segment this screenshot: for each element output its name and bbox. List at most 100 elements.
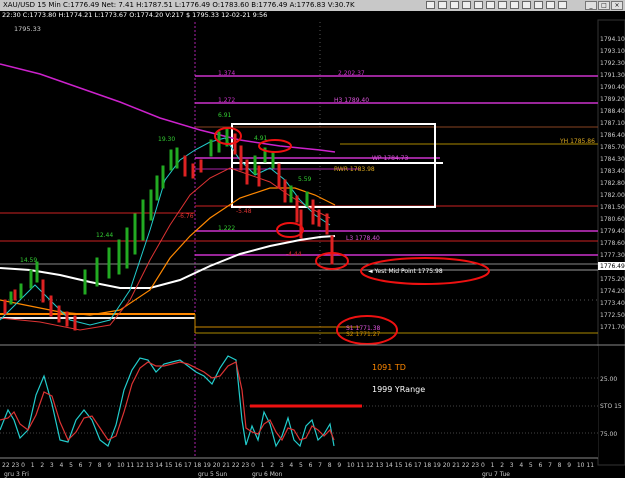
level-label-1: 1.374 <box>218 70 235 77</box>
time-tick-label: 21 <box>222 462 230 469</box>
marker-6-76: -6.76 <box>178 213 194 220</box>
l3-label: L3 1778.40 <box>346 235 380 242</box>
svg-text:1787.10: 1787.10 <box>600 120 625 127</box>
time-tick-label: 8 <box>98 462 102 469</box>
top-left-price: 1795.33 <box>14 25 41 33</box>
marker-1-22: 1.222 <box>218 225 235 232</box>
yrange-label: 1999 YRange <box>372 385 425 394</box>
time-tick-label: 8 <box>558 462 562 469</box>
time-tick-label: 2 <box>270 462 274 469</box>
marker-4-91: 4.91 <box>254 135 268 142</box>
stoch-axis-25: 25.00 <box>600 376 617 383</box>
yest-mid-label: ◄ Yest Mid Point 1775.98 <box>368 268 443 275</box>
yh-label: YH 1785.86 <box>559 138 595 145</box>
svg-text:1775.20: 1775.20 <box>600 276 625 283</box>
marker-5-48: -5.48 <box>236 208 252 215</box>
time-tick-label: 2 <box>40 462 44 469</box>
svg-text:1773.40: 1773.40 <box>600 300 625 307</box>
time-tick-label: 10 <box>347 462 355 469</box>
time-tick-label: 18 <box>194 462 202 469</box>
time-tick-label: 18 <box>424 462 432 469</box>
time-tick-label: 5 <box>299 462 303 469</box>
stoch-axis-75: 75.00 <box>600 431 617 438</box>
time-tick-label: 8 <box>328 462 332 469</box>
svg-text:1791.30: 1791.30 <box>600 72 625 79</box>
time-tick-label: 3 <box>510 462 514 469</box>
time-tick-label: 10 <box>117 462 125 469</box>
time-tick-label: 17 <box>184 462 192 469</box>
time-tick-label: 15 <box>395 462 403 469</box>
time-tick-label: 1 <box>31 462 35 469</box>
day-label-sun: gru 5 Sun <box>198 471 227 478</box>
day-label-mon: gru 6 Mon <box>252 471 283 478</box>
svg-text:1772.50: 1772.50 <box>600 312 625 319</box>
time-tick-label: 6 <box>79 462 83 469</box>
time-tick-label: 20 <box>213 462 221 469</box>
time-tick-label: 3 <box>280 462 284 469</box>
stochastic-pane[interactable] <box>0 346 598 458</box>
time-tick-label: 23 <box>242 462 250 469</box>
time-tick-label: 5 <box>529 462 533 469</box>
time-tick-label: 7 <box>318 462 322 469</box>
time-tick-label: 19 <box>203 462 211 469</box>
time-tick-label: 12 <box>136 462 144 469</box>
chart-canvas[interactable]: 1795.33 1.374 2.202.37 1.272 H3 1789.40 … <box>0 0 625 478</box>
time-tick-label: 20 <box>443 462 451 469</box>
time-tick-label: 4 <box>59 462 63 469</box>
svg-text:1790.40: 1790.40 <box>600 84 625 91</box>
svg-text:1777.30: 1777.30 <box>600 252 625 259</box>
time-tick-label: 19 <box>433 462 441 469</box>
time-tick-label: 14 <box>385 462 393 469</box>
time-tick-label: 1 <box>261 462 265 469</box>
current-price-tag: 1776.49 <box>600 263 625 270</box>
svg-text:1779.40: 1779.40 <box>600 228 625 235</box>
time-tick-label: 17 <box>414 462 422 469</box>
time-tick-label: 12 <box>366 462 374 469</box>
day-label-tue: gru 7 Tue <box>482 471 510 478</box>
time-tick-label: 0 <box>21 462 25 469</box>
level-label-3: 6.91 <box>218 112 232 119</box>
time-tick-label: 11 <box>127 462 135 469</box>
time-tick-label: 6 <box>539 462 543 469</box>
marker-14-59: 14.59 <box>20 257 37 264</box>
svg-text:1781.50: 1781.50 <box>600 204 625 211</box>
time-tick-label: 3 <box>50 462 54 469</box>
svg-text:1782.80: 1782.80 <box>600 180 625 187</box>
td-label: 1091 TD <box>372 363 406 372</box>
level-label-2: 1.272 <box>218 97 235 104</box>
time-tick-label: 23 <box>12 462 20 469</box>
time-tick-label: 13 <box>376 462 384 469</box>
time-tick-label: 14 <box>155 462 163 469</box>
svg-text:1771.70: 1771.70 <box>600 324 625 331</box>
svg-text:1793.10: 1793.10 <box>600 48 625 55</box>
time-tick-label: 11 <box>356 462 364 469</box>
svg-text:1780.60: 1780.60 <box>600 216 625 223</box>
time-tick-label: 4 <box>519 462 523 469</box>
time-tick-label: 6 <box>309 462 313 469</box>
time-tick-label: 9 <box>567 462 571 469</box>
svg-text:1784.30: 1784.30 <box>600 156 625 163</box>
wp-label: WP 1784.73 <box>372 155 408 162</box>
svg-text:1794.10: 1794.10 <box>600 36 625 43</box>
h3-label: H3 1789.40 <box>334 97 369 104</box>
svg-text:1783.40: 1783.40 <box>600 168 625 175</box>
s2-label: S2 1771.27 <box>346 331 381 338</box>
marker-19-30: 19.30 <box>158 136 175 143</box>
marker-12-44: 12.44 <box>96 232 113 239</box>
marker-4-44: -4.44 <box>286 251 302 258</box>
time-tick-label: 0 <box>251 462 255 469</box>
svg-text:1782.00: 1782.00 <box>600 192 625 199</box>
time-tick-label: 5 <box>69 462 73 469</box>
svg-text:1792.30: 1792.30 <box>600 60 625 67</box>
time-tick-label: 1 <box>491 462 495 469</box>
time-tick-label: 9 <box>337 462 341 469</box>
svg-text:1778.60: 1778.60 <box>600 240 625 247</box>
time-tick-label: 21 <box>452 462 460 469</box>
time-axis: 22 23 0 1 2 3 4 5 6 7 8 9 10 11 12 13 14 15 16 17 18 19 20 21 22… <box>2 462 594 469</box>
time-tick-label: 16 <box>404 462 412 469</box>
time-tick-label: 22 <box>2 462 10 469</box>
day-label-fri: gru 3 Fri <box>4 471 29 478</box>
time-tick-label: 16 <box>174 462 182 469</box>
marker-5-59: 5.59 <box>298 176 312 183</box>
svg-text:1786.40: 1786.40 <box>600 132 625 139</box>
